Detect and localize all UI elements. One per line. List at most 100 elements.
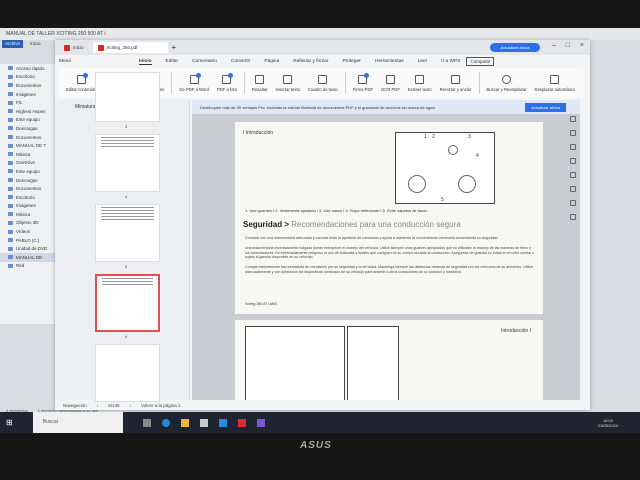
nav-label: F/L xyxy=(16,100,23,106)
find-replace-button[interactable]: Buscar y Reemplazar xyxy=(484,74,530,92)
text-box-button[interactable]: Cuadro de texto xyxy=(305,74,341,92)
tab-document[interactable]: Xciting_250.pdf xyxy=(92,42,168,53)
nav-item[interactable]: MANUAL DE xyxy=(0,253,55,262)
nav-label: Descargas xyxy=(16,125,38,131)
heading-bold: Seguridad > xyxy=(243,220,290,229)
file-explorer-icon[interactable] xyxy=(180,418,189,427)
upgrade-button[interactable]: Actualizar ahora xyxy=(490,43,540,52)
system-clock[interactable]: 18:02 23/05/2024 xyxy=(598,418,618,428)
nav-item[interactable]: OneDrive xyxy=(0,159,55,168)
properties-icon[interactable] xyxy=(569,116,576,122)
nav-item[interactable]: Descargas xyxy=(0,124,55,133)
print-icon[interactable] xyxy=(569,172,576,178)
tab-pagina[interactable]: Página xyxy=(264,59,279,64)
back-to-page-link[interactable]: Volver a la página 1 xyxy=(141,403,181,408)
tab-herramientas[interactable]: Herramientas xyxy=(375,59,404,64)
pdf-to-photo-button[interactable]: PDF a foto xyxy=(214,72,240,92)
nav-item[interactable]: Imágenes xyxy=(0,90,55,99)
taskbar: ⊞ Buscar 18:02 23/05/2024 xyxy=(0,412,640,433)
nav-item[interactable]: Imágenes xyxy=(0,202,55,211)
share-icon[interactable] xyxy=(569,186,576,192)
app-icon[interactable] xyxy=(256,418,265,427)
edge-icon[interactable] xyxy=(161,418,170,427)
nav-item[interactable]: Documentos xyxy=(0,184,55,193)
extract-text-button[interactable]: Extraer texto xyxy=(405,74,435,92)
nav-item[interactable]: Este equipo xyxy=(0,167,55,176)
tab-proteger[interactable]: Proteger xyxy=(342,59,360,64)
nav-item[interactable]: MANUAL DE T xyxy=(0,141,55,150)
crop-button[interactable]: Recortar y anclar xyxy=(437,74,475,92)
menu-button[interactable]: Menú xyxy=(59,59,71,64)
label: Extraer texto xyxy=(407,86,432,92)
tab-home[interactable]: Inicio xyxy=(59,42,89,53)
nav-item[interactable]: Objetos 3D xyxy=(0,219,55,228)
nav-item[interactable]: Este equipo xyxy=(0,116,55,125)
mail-icon[interactable] xyxy=(218,418,227,427)
taskbar-search[interactable]: Buscar xyxy=(32,412,123,433)
sign-pdf-button[interactable]: Firma PDF xyxy=(350,72,376,92)
edit-icon[interactable] xyxy=(569,130,576,136)
windows-start-icon[interactable]: ⊞ xyxy=(6,418,13,427)
ocr-button[interactable]: OCR PDF xyxy=(378,74,403,92)
highlight-button[interactable]: Resaltar xyxy=(249,74,271,92)
go-wps-link[interactable]: Ir a WPS xyxy=(441,59,460,64)
document-view[interactable]: I Introducción 1 2 3 4 5 1. Use guantes … xyxy=(192,114,580,400)
folder-icon xyxy=(8,100,13,105)
new-tab-button[interactable]: + xyxy=(172,43,177,52)
navigation-toggle[interactable]: Navegación xyxy=(63,403,87,408)
share-button[interactable]: Compartir xyxy=(466,57,495,66)
nav-item[interactable]: Música xyxy=(0,150,55,159)
maximize-button[interactable]: □ xyxy=(566,42,570,49)
photo-icon xyxy=(222,72,234,84)
nav-item[interactable]: Documentos xyxy=(0,133,55,142)
nav-item[interactable]: Escritorio xyxy=(0,193,55,202)
tab-leer[interactable]: Leer xyxy=(418,59,428,64)
tab-convertir[interactable]: Convertir xyxy=(231,59,250,64)
nav-item[interactable]: Vídeos xyxy=(0,227,55,236)
minimize-button[interactable]: – xyxy=(552,42,556,49)
nav-item[interactable]: Acceso rápido xyxy=(0,64,55,73)
section-heading: Seguridad > Recomendaciones para una con… xyxy=(243,220,461,229)
nav-item[interactable]: Escritorio xyxy=(0,73,55,82)
autoscroll-button[interactable]: Desplazar automático xyxy=(532,74,579,92)
banner-upgrade-button[interactable]: Actualizar ahora xyxy=(525,102,566,112)
tab-editar[interactable]: Editar xyxy=(166,59,179,64)
prev-page-button[interactable]: ‹ xyxy=(97,403,99,408)
thumbnail-page-6[interactable] xyxy=(95,274,160,332)
thumbnail-page-7[interactable] xyxy=(95,344,160,402)
nav-item[interactable]: Unidad de DVD xyxy=(0,244,55,253)
nav-item[interactable]: Descargas xyxy=(0,176,55,185)
tab-rellenar[interactable]: Rellenar y firmar xyxy=(293,59,328,64)
nav-item[interactable]: Highest Hopes xyxy=(0,107,55,116)
thumbnail-page-5[interactable] xyxy=(95,204,160,262)
insert-text-button[interactable]: Insertar texto xyxy=(273,74,303,92)
nav-item[interactable]: PABLO (C:) xyxy=(0,236,55,245)
nav-item[interactable]: Música xyxy=(0,210,55,219)
folder-icon xyxy=(8,152,13,157)
translate-icon[interactable] xyxy=(569,144,576,150)
label: Insertar texto xyxy=(275,86,300,92)
tab-comentario[interactable]: Comentario xyxy=(192,59,217,64)
explorer-tab-archivo[interactable]: Archivo xyxy=(2,40,24,48)
nav-item[interactable]: Red xyxy=(0,262,55,271)
thumbnail-page-4[interactable] xyxy=(95,134,160,192)
close-button[interactable]: × xyxy=(580,42,584,49)
compress-icon[interactable] xyxy=(569,158,576,164)
explorer-title: MANUAL DE TALLER XCITING 250 500 AT i xyxy=(0,28,640,40)
nav-item[interactable]: F/L xyxy=(0,98,55,107)
nav-item[interactable]: Documentos xyxy=(0,81,55,90)
task-view-icon[interactable] xyxy=(142,418,151,427)
pdf-to-word-button[interactable]: De PDF a Word xyxy=(176,72,211,92)
thumbnail-page-3[interactable] xyxy=(95,72,160,122)
label: Recortar y anclar xyxy=(439,86,472,92)
wps-office-icon[interactable] xyxy=(237,418,246,427)
next-page-button[interactable]: › xyxy=(130,403,132,408)
edit-content-button[interactable]: Editar contenido xyxy=(63,72,99,92)
settings-icon[interactable] xyxy=(569,214,576,220)
tab-inicio[interactable]: Inicio xyxy=(139,59,152,65)
wheel xyxy=(408,175,426,193)
help-icon[interactable] xyxy=(569,200,576,206)
notepad-icon[interactable] xyxy=(199,418,208,427)
page-indicator[interactable]: 6/130 xyxy=(108,403,119,408)
explorer-tab-inicio[interactable]: Inicio xyxy=(27,40,44,48)
